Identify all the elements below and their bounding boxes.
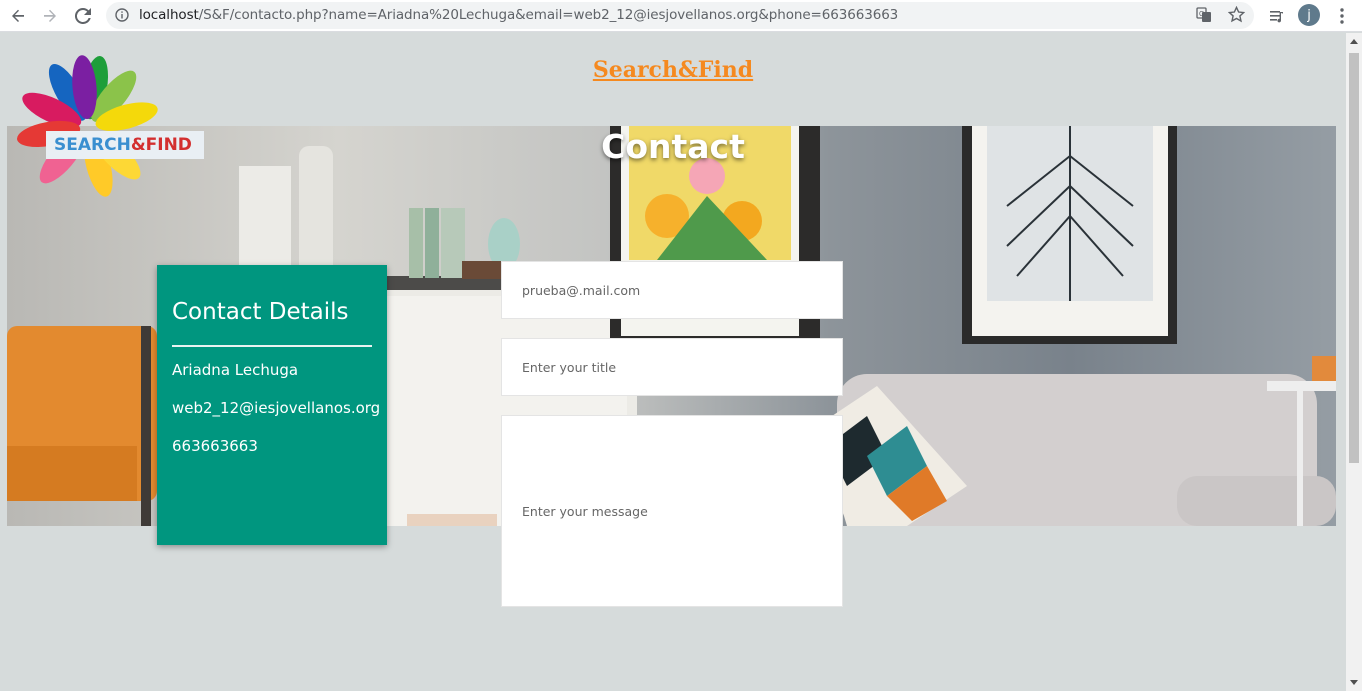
back-icon[interactable] bbox=[6, 4, 30, 28]
contact-phone: 663663663 bbox=[172, 437, 258, 455]
url-text: localhost/S&F/contacto.php?name=Ariadna%… bbox=[139, 7, 898, 23]
forward-icon[interactable] bbox=[38, 4, 62, 28]
profile-avatar[interactable]: j bbox=[1298, 4, 1320, 26]
contact-email: web2_12@iesjovellanos.org bbox=[172, 399, 381, 417]
email-field[interactable]: prueba@.mail.com bbox=[501, 261, 843, 319]
svg-text:G: G bbox=[1199, 11, 1204, 18]
scroll-down-arrow[interactable] bbox=[1350, 680, 1358, 685]
menu-icon[interactable] bbox=[1330, 4, 1354, 28]
title-input-placeholder: Enter your title bbox=[522, 359, 617, 375]
bookmark-star-icon[interactable] bbox=[1227, 5, 1246, 28]
contact-details-heading: Contact Details bbox=[172, 299, 372, 347]
contact-name: Ariadna Lechuga bbox=[172, 361, 299, 379]
page-content: Search&Find Contact SEARCH&FIND Contact … bbox=[0, 33, 1346, 691]
logo-text-search: SEARCH bbox=[54, 135, 131, 155]
url-host: localhost bbox=[139, 7, 199, 23]
scroll-up-arrow[interactable] bbox=[1350, 39, 1358, 44]
contact-details-card: Contact Details Ariadna Lechuga web2_12@… bbox=[157, 265, 387, 545]
logo-text: SEARCH&FIND bbox=[54, 135, 192, 155]
address-bar[interactable]: localhost/S&F/contacto.php?name=Ariadna%… bbox=[106, 2, 1254, 29]
logo-text-amp: & bbox=[130, 135, 146, 155]
page-scrollbar[interactable] bbox=[1346, 33, 1362, 691]
message-textarea-placeholder: Enter your message bbox=[522, 503, 648, 519]
info-icon[interactable] bbox=[115, 8, 129, 27]
url-path: /S&F/contacto.php?name=Ariadna%20Lechuga… bbox=[198, 7, 899, 23]
title-input[interactable]: Enter your title bbox=[501, 338, 843, 396]
reload-icon[interactable] bbox=[71, 4, 95, 28]
logo-text-find: FIND bbox=[145, 135, 192, 155]
email-field-value: prueba@.mail.com bbox=[522, 282, 641, 298]
browser-toolbar: localhost/S&F/contacto.php?name=Ariadna%… bbox=[0, 0, 1362, 32]
site-logo[interactable]: SEARCH&FIND bbox=[8, 55, 208, 215]
translate-icon[interactable]: G bbox=[1196, 7, 1212, 28]
scroll-thumb[interactable] bbox=[1349, 53, 1359, 463]
message-textarea[interactable]: Enter your message bbox=[501, 415, 843, 607]
media-controls-icon[interactable] bbox=[1265, 4, 1289, 28]
